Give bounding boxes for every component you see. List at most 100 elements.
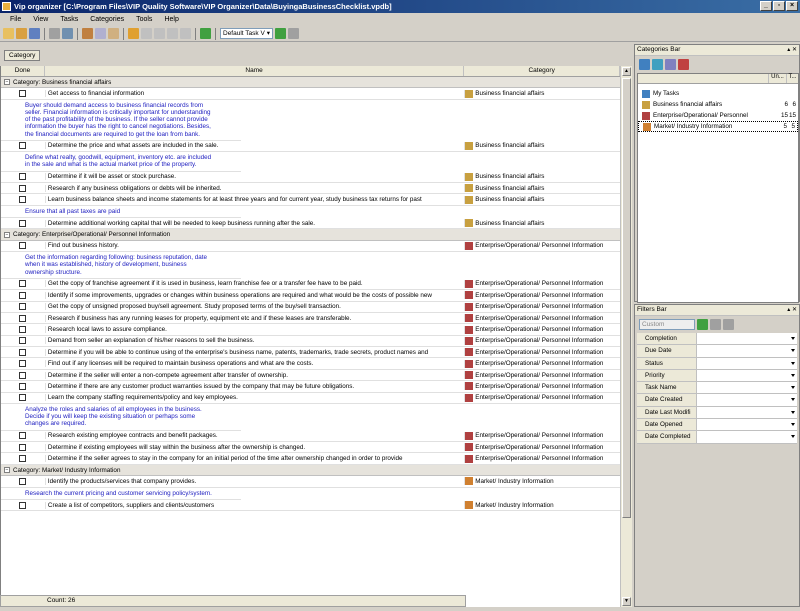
done-checkbox[interactable]	[19, 184, 27, 192]
done-checkbox[interactable]	[19, 219, 27, 227]
done-checkbox[interactable]	[19, 394, 27, 402]
done-checkbox[interactable]	[19, 348, 27, 356]
col-unread[interactable]: Un...	[768, 74, 786, 83]
copy-icon[interactable]	[95, 28, 106, 39]
chevron-down-icon[interactable]	[791, 337, 795, 340]
add-subcategory-icon[interactable]	[652, 58, 663, 70]
clear-filter-icon[interactable]	[288, 28, 300, 39]
chevron-down-icon[interactable]	[791, 373, 795, 377]
chevron-down-icon[interactable]	[791, 361, 795, 365]
filter-row[interactable]: Date Last Modifi	[637, 406, 797, 420]
col-total[interactable]: T...	[786, 74, 798, 83]
done-checkbox[interactable]	[19, 303, 27, 311]
done-checkbox[interactable]	[19, 337, 27, 345]
move-down-icon[interactable]	[180, 28, 191, 39]
table-row[interactable]: Research if business has any running lea…	[1, 313, 620, 325]
table-row[interactable]: Determine if the seller agrees to stay i…	[1, 453, 620, 465]
done-checkbox[interactable]	[19, 291, 27, 299]
category-group-row[interactable]: − Category: Business financial affairs	[1, 77, 620, 89]
header-category[interactable]: Category	[464, 66, 620, 76]
table-row[interactable]: Determine if there are any customer prod…	[1, 381, 620, 393]
table-row[interactable]: Demand from seller an explanation of his…	[1, 336, 620, 348]
table-row[interactable]: Determine additional working capital tha…	[1, 218, 620, 230]
done-checkbox[interactable]	[19, 371, 27, 379]
category-item[interactable]: My Tasks	[638, 88, 798, 99]
table-row[interactable]: Determine if it will be asset or stock p…	[1, 172, 620, 183]
category-item[interactable]: Enterprise/Operational/ Personnel 15 15	[638, 110, 798, 121]
done-checkbox[interactable]	[19, 142, 27, 150]
group-chip-category[interactable]: Category	[4, 50, 41, 61]
scroll-up-icon[interactable]: ▲	[622, 67, 631, 76]
table-row[interactable]: Identify if some improvements, upgrades …	[1, 290, 620, 302]
done-checkbox[interactable]	[19, 280, 27, 288]
filter-preset-select[interactable]: Custom	[639, 319, 695, 330]
apply-filter-icon[interactable]	[275, 28, 287, 39]
filter-row[interactable]: Date Opened	[637, 419, 797, 432]
scroll-down-icon[interactable]: ▼	[622, 597, 631, 606]
chevron-down-icon[interactable]	[791, 386, 795, 390]
apply-filter-icon[interactable]	[697, 319, 708, 330]
category-item[interactable]: Business financial affairs 6 6	[638, 99, 798, 110]
find-icon[interactable]	[128, 28, 139, 39]
minimize-button[interactable]: _	[760, 1, 772, 11]
task-view-select[interactable]: Default Task V ▾	[220, 28, 274, 39]
collapse-icon[interactable]: −	[4, 79, 10, 86]
chevron-down-icon[interactable]	[791, 398, 795, 402]
print-preview-icon[interactable]	[62, 28, 73, 39]
filter-row[interactable]: Priority	[637, 369, 797, 383]
header-done[interactable]: Done	[1, 66, 45, 76]
collapse-icon[interactable]: −	[4, 467, 10, 474]
done-checkbox[interactable]	[19, 173, 27, 181]
done-checkbox[interactable]	[19, 382, 27, 390]
menu-categories[interactable]: Categories	[84, 16, 130, 23]
done-checkbox[interactable]	[19, 90, 27, 98]
done-checkbox[interactable]	[19, 477, 27, 485]
table-row[interactable]: Get the copy of franchise agreement if i…	[1, 279, 620, 291]
filter-row[interactable]: Completion	[637, 333, 797, 346]
table-row[interactable]: Research if any business obligations or …	[1, 183, 620, 195]
done-checkbox[interactable]	[19, 432, 27, 440]
filter-row[interactable]: Status	[637, 357, 797, 370]
table-row[interactable]: Determine if existing employees will sta…	[1, 442, 620, 454]
delete-category-icon[interactable]	[678, 58, 689, 70]
done-checkbox[interactable]	[19, 242, 27, 250]
filter-row[interactable]: Task Name	[637, 382, 797, 395]
grid-scrollbar[interactable]: ▲ ▼	[620, 66, 632, 607]
table-row[interactable]: Find out if any licenses will be require…	[1, 358, 620, 370]
category-group-row[interactable]: − Category: Market/ Industry Information	[1, 464, 620, 477]
close-button[interactable]: ×	[786, 1, 798, 11]
edit-category-icon[interactable]	[665, 58, 676, 70]
done-checkbox[interactable]	[19, 455, 27, 463]
collapse-icon[interactable]: −	[4, 231, 10, 238]
print-icon[interactable]	[49, 28, 60, 39]
menu-tools[interactable]: Tools	[130, 16, 158, 23]
done-checkbox[interactable]	[19, 326, 27, 333]
table-row[interactable]: Research existing employee contracts and…	[1, 431, 620, 443]
table-row[interactable]: Identify the products/services that comp…	[1, 476, 620, 488]
done-checkbox[interactable]	[19, 501, 27, 509]
chevron-down-icon[interactable]	[791, 435, 795, 439]
open-icon[interactable]	[16, 28, 27, 39]
table-row[interactable]: Determine if the seller will enter a non…	[1, 370, 620, 382]
done-checkbox[interactable]	[19, 360, 27, 368]
indent-icon[interactable]	[141, 28, 152, 39]
table-row[interactable]: Learn the company staffing requirements/…	[1, 393, 620, 405]
filter-row[interactable]: Date Created	[637, 394, 797, 407]
save-icon[interactable]	[29, 28, 40, 39]
chevron-down-icon[interactable]	[791, 410, 795, 414]
category-item[interactable]: Market/ Industry Information 5 5	[638, 121, 798, 132]
chevron-down-icon[interactable]	[791, 349, 795, 353]
header-name[interactable]: Name	[45, 66, 465, 76]
move-up-icon[interactable]	[167, 28, 178, 39]
clear-filter-icon[interactable]	[710, 319, 721, 330]
menu-file[interactable]: File	[4, 16, 27, 23]
add-category-icon[interactable]	[639, 58, 650, 70]
panel-close-icon[interactable]: ▴ ✕	[787, 305, 797, 315]
done-checkbox[interactable]	[19, 443, 27, 451]
scroll-thumb[interactable]	[622, 78, 631, 518]
table-row[interactable]: Determine the price and what assets are …	[1, 141, 620, 153]
menu-help[interactable]: Help	[158, 16, 184, 23]
done-checkbox[interactable]	[19, 196, 27, 204]
table-row[interactable]: Get the copy of unsigned proposed buy/se…	[1, 302, 620, 313]
chevron-down-icon[interactable]	[791, 423, 795, 427]
